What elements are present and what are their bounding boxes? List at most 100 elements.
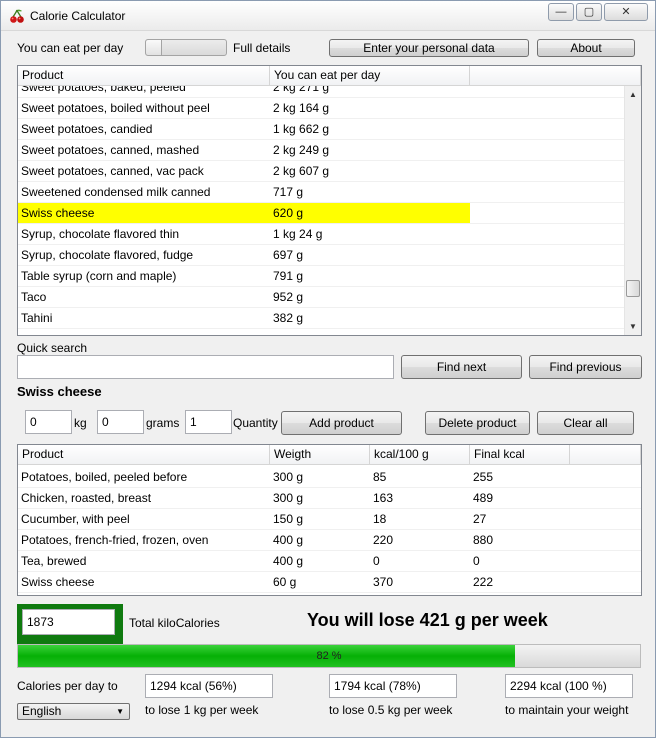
cell-weight[interactable]: 60 g (270, 572, 370, 593)
toggle-knob[interactable] (146, 40, 162, 55)
cell-final-kcal[interactable]: 489 (470, 488, 570, 509)
cell-product[interactable]: Tea, brewed (18, 551, 270, 572)
add-product-button[interactable]: Add product (281, 411, 402, 435)
minimize-button[interactable]: — (548, 3, 574, 21)
target-lose-1kg-caption: to lose 1 kg per week (145, 703, 259, 717)
cell-product[interactable]: Potatoes, boiled, peeled before (18, 467, 270, 488)
cell-product[interactable]: Sweet potatoes, canned, vac pack (18, 161, 270, 182)
table-row[interactable]: Tea, brewed 400 g00 (18, 551, 641, 572)
scroll-thumb[interactable] (626, 280, 640, 297)
clear-all-button[interactable]: Clear all (537, 411, 634, 435)
cell-product[interactable]: Tahini (18, 308, 270, 329)
about-button[interactable]: About (537, 39, 635, 57)
table-row[interactable]: Swiss cheese 620 g (18, 203, 624, 224)
cell-product[interactable]: Sweet potatoes, boiled without peel (18, 98, 270, 119)
target-lose-half-kg-value[interactable]: 1794 kcal (78%) (329, 674, 457, 698)
quick-search-label: Quick search (17, 341, 88, 355)
cell-product[interactable]: Taco (18, 287, 270, 308)
cell-amount[interactable]: 1 kg 24 g (270, 224, 470, 245)
column-header-weight[interactable]: Weigth (270, 445, 370, 465)
table-row[interactable]: Sweet potatoes, boiled without peel 2 kg … (18, 98, 624, 119)
cell-kcal-100g[interactable]: 163 (370, 488, 470, 509)
maximize-button[interactable]: ▢ (576, 3, 602, 21)
products-scrollbar[interactable]: ▲ ▼ (624, 86, 641, 335)
cell-amount[interactable]: 382 g (270, 308, 470, 329)
find-next-button[interactable]: Find next (401, 355, 522, 379)
table-row[interactable]: Syrup, chocolate flavored, fudge 697 g (18, 245, 624, 266)
cell-kcal-100g[interactable]: 85 (370, 467, 470, 488)
cell-product[interactable]: Swiss cheese (18, 203, 270, 224)
close-button[interactable]: ✕ (604, 3, 648, 21)
calorie-calculator-window: Calorie Calculator — ▢ ✕ You can eat per… (0, 0, 656, 738)
grams-input[interactable]: 0 (97, 410, 144, 434)
maximize-icon: ▢ (583, 6, 595, 18)
cell-product[interactable]: Potatoes, french-fried, frozen, oven (18, 530, 270, 551)
quantity-input[interactable]: 1 (185, 410, 232, 434)
total-kcal-value[interactable]: 1873 (22, 609, 115, 635)
cell-weight[interactable]: 300 g (270, 488, 370, 509)
cell-product[interactable]: Swiss cheese (18, 572, 270, 593)
cell-product[interactable]: Syrup, chocolate flavored thin (18, 224, 270, 245)
table-row[interactable]: Sweetened condensed milk canned 717 g (18, 182, 624, 203)
cell-weight[interactable]: 150 g (270, 509, 370, 530)
cell-product[interactable]: Table syrup (corn and maple) (18, 266, 270, 287)
cell-weight[interactable]: 300 g (270, 467, 370, 488)
cell-kcal-100g[interactable]: 0 (370, 551, 470, 572)
table-row[interactable]: Sweet potatoes, canned, mashed 2 kg 249 g (18, 140, 624, 161)
table-row[interactable]: Chicken, roasted, breast 300 g 163 489 (18, 488, 641, 509)
table-row[interactable]: Sweet potatoes, candied 1 kg 662 g (18, 119, 624, 140)
quick-search-input[interactable] (17, 355, 394, 379)
cell-final-kcal[interactable]: 255 (470, 467, 570, 488)
cell-amount[interactable]: 620 g (270, 203, 470, 224)
cell-product[interactable]: Cucumber, with peel (18, 509, 270, 530)
scroll-up-icon[interactable]: ▲ (625, 86, 641, 103)
table-row[interactable]: Swiss cheese 60 g 370 222 (18, 572, 641, 593)
cell-amount[interactable]: 1 kg 662 g (270, 119, 470, 140)
cell-amount[interactable]: 2 kg 607 g (270, 161, 470, 182)
kg-input[interactable]: 0 (25, 410, 72, 434)
cell-product[interactable]: Sweetened condensed milk canned (18, 182, 270, 203)
target-lose-1kg-value[interactable]: 1294 kcal (56%) (145, 674, 273, 698)
target-maintain-value[interactable]: 2294 kcal (100 %) (505, 674, 633, 698)
cell-product[interactable]: Syrup, chocolate flavored, fudge (18, 245, 270, 266)
find-previous-button[interactable]: Find previous (529, 355, 642, 379)
cell-product[interactable]: Chicken, roasted, breast (18, 488, 270, 509)
cell-amount[interactable]: 697 g (270, 245, 470, 266)
cell-final-kcal[interactable]: 0 (470, 551, 570, 572)
meal-grid: Product Weigth kcal/100 g Final kcal Pot… (17, 444, 642, 596)
cell-final-kcal[interactable]: 222 (470, 572, 570, 593)
enter-personal-data-button[interactable]: Enter your personal data (329, 39, 529, 57)
delete-product-button[interactable]: Delete product (425, 411, 530, 435)
cell-weight[interactable]: 400 g (270, 530, 370, 551)
cell-kcal-100g[interactable]: 370 (370, 572, 470, 593)
column-header-kcal-100g[interactable]: kcal/100 g (370, 445, 470, 465)
table-row[interactable]: Syrup, chocolate flavored thin 1 kg 24 g (18, 224, 624, 245)
table-row[interactable]: Table syrup (corn and maple) 791 g (18, 266, 624, 287)
cell-amount[interactable]: 791 g (270, 266, 470, 287)
cell-product[interactable]: Sweet potatoes, canned, mashed (18, 140, 270, 161)
table-row[interactable]: Potatoes, french-fried, frozen, oven 400 … (18, 530, 641, 551)
table-row[interactable]: Taco 952 g (18, 287, 624, 308)
column-header-product[interactable]: Product (18, 66, 270, 86)
column-header-product[interactable]: Product (18, 445, 270, 465)
cell-amount[interactable]: 717 g (270, 182, 470, 203)
cell-amount[interactable]: 2 kg 164 g (270, 98, 470, 119)
cell-final-kcal[interactable]: 880 (470, 530, 570, 551)
cell-product[interactable]: Sweet potatoes, candied (18, 119, 270, 140)
column-header-eat-per-day[interactable]: You can eat per day (270, 66, 470, 86)
cell-amount[interactable]: 2 kg 249 g (270, 140, 470, 161)
column-header-final-kcal[interactable]: Final kcal (470, 445, 570, 465)
cell-weight[interactable]: 400 g (270, 551, 370, 572)
table-row[interactable]: Cucumber, with peel 150 g 18 27 (18, 509, 641, 530)
cell-kcal-100g[interactable]: 18 (370, 509, 470, 530)
cell-kcal-100g[interactable]: 220 (370, 530, 470, 551)
cell-final-kcal[interactable]: 27 (470, 509, 570, 530)
table-row[interactable]: Potatoes, boiled, peeled before 300 g 85 25… (18, 467, 641, 488)
cell-amount[interactable]: 952 g (270, 287, 470, 308)
scroll-down-icon[interactable]: ▼ (625, 318, 641, 335)
language-select[interactable]: English ▼ (17, 703, 130, 720)
cell-empty (470, 98, 624, 119)
mode-toggle[interactable] (145, 39, 227, 56)
table-row[interactable]: Tahini 382 g (18, 308, 624, 329)
table-row[interactable]: Sweet potatoes, canned, vac pack 2 kg 607… (18, 161, 624, 182)
